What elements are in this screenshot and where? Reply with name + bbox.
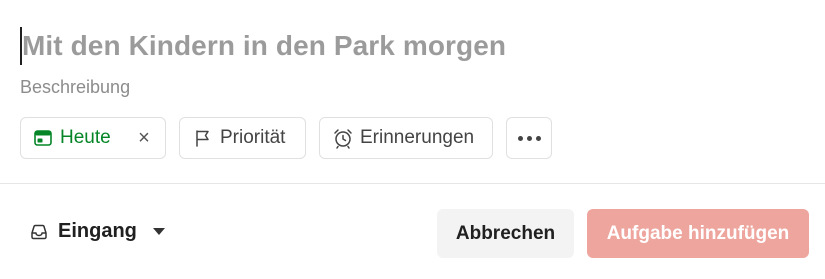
task-title-input[interactable]: Mit den Kindern in den Park morgen	[22, 24, 506, 68]
task-title-field[interactable]: Mit den Kindern in den Park morgen	[20, 24, 506, 68]
due-date-label: Heute	[60, 127, 111, 148]
flag-icon	[192, 127, 214, 149]
calendar-icon	[32, 127, 54, 149]
add-task-editor: Mit den Kindern in den Park morgen Besch…	[0, 0, 825, 279]
reminders-label: Erinnerungen	[360, 127, 475, 148]
priority-chip[interactable]: Priorität	[179, 117, 306, 159]
task-attribute-chips: Heute × Priorität Erinnerungen	[20, 117, 552, 159]
due-date-chip[interactable]: Heute ×	[20, 117, 166, 159]
inbox-icon	[28, 221, 50, 243]
priority-label: Priorität	[220, 127, 286, 148]
reminders-chip[interactable]: Erinnerungen	[319, 117, 493, 159]
project-selector[interactable]: Eingang	[28, 220, 165, 243]
close-icon[interactable]: ×	[135, 127, 153, 150]
task-description-input[interactable]: Beschreibung	[20, 76, 130, 98]
footer-divider	[0, 183, 825, 184]
more-actions-button[interactable]	[506, 117, 552, 159]
more-icon	[517, 135, 541, 141]
project-label: Eingang	[58, 220, 137, 242]
add-task-button[interactable]: Aufgabe hinzufügen	[587, 209, 809, 258]
caret-down-icon	[152, 228, 165, 235]
cancel-button[interactable]: Abbrechen	[437, 209, 574, 258]
alarm-clock-icon	[332, 127, 354, 149]
